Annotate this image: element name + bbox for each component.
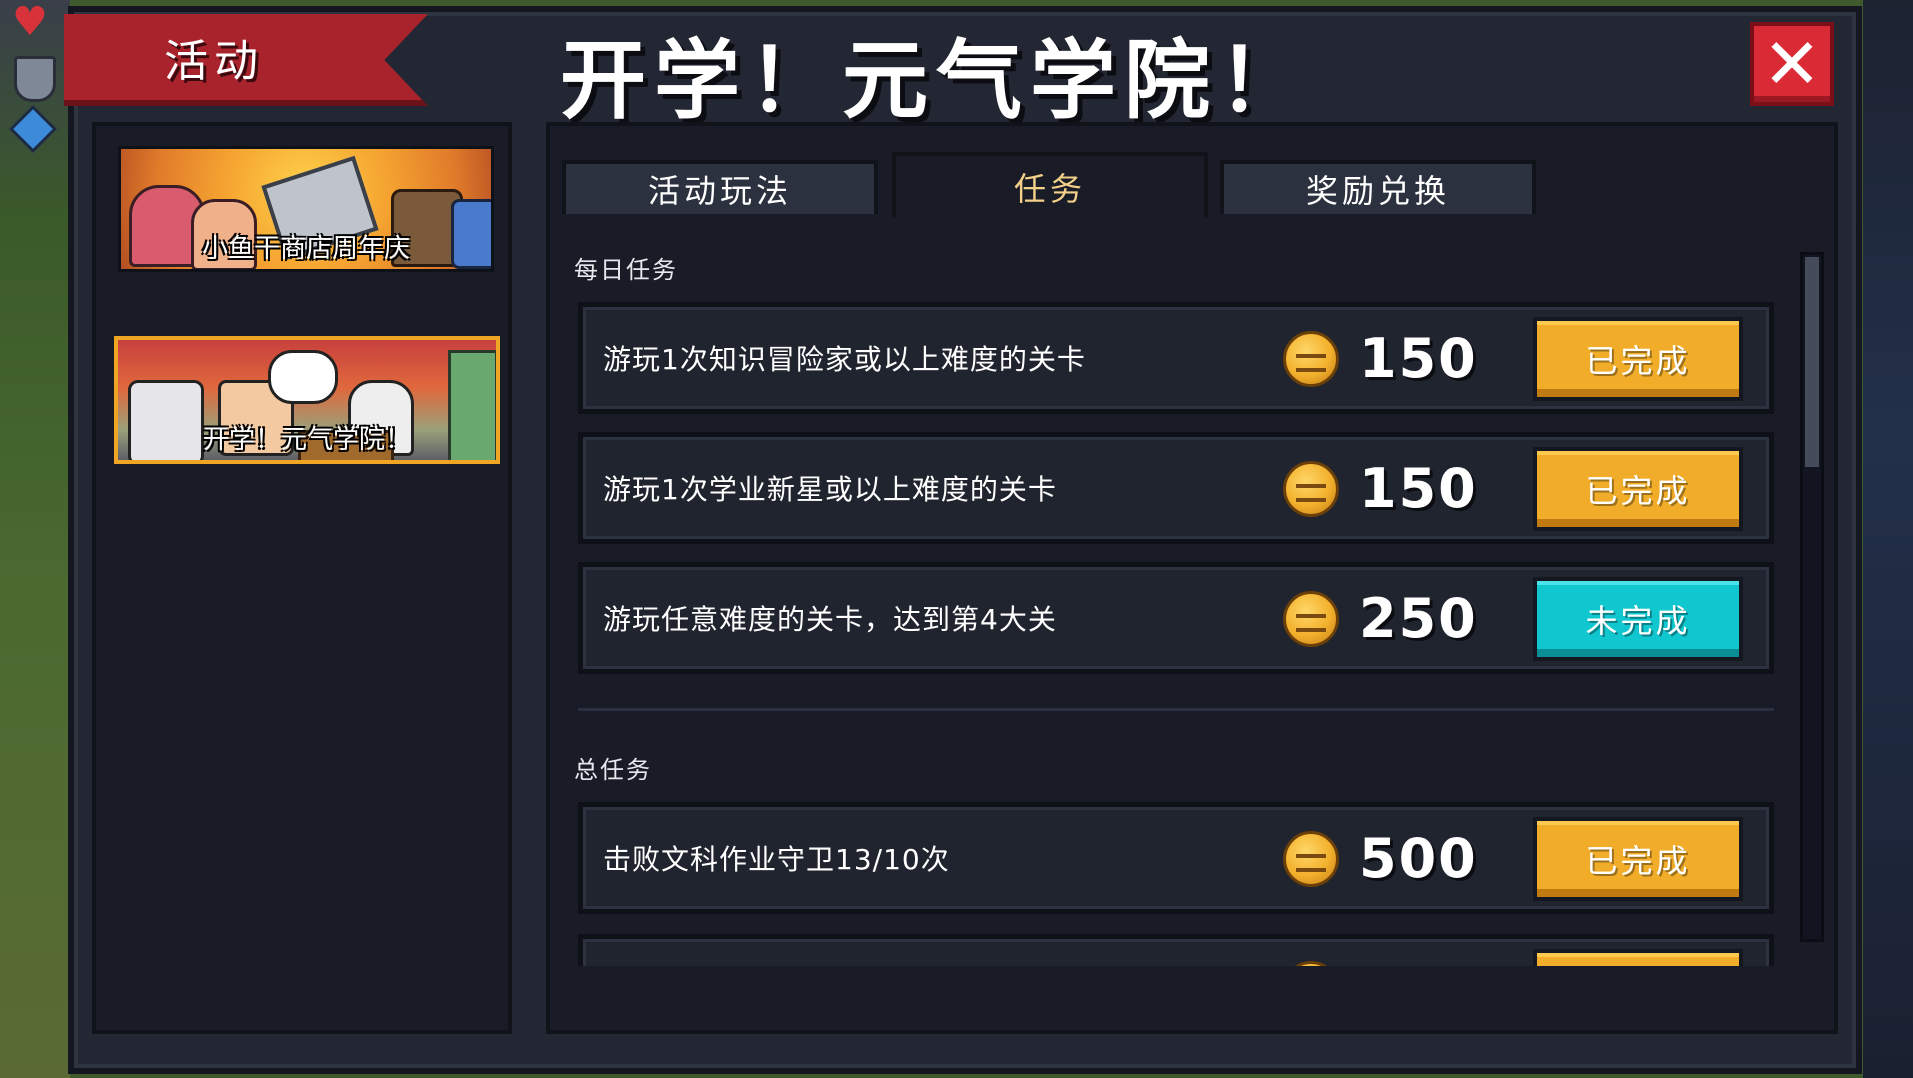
tab-tasks[interactable]: 任务 [892, 152, 1208, 218]
task-row-partial [578, 934, 1774, 966]
speech-bubble-art [268, 350, 338, 404]
scroll-thumb[interactable] [1805, 257, 1819, 467]
task-row: 击败文科作业守卫13/10次 500 已完成 [578, 802, 1774, 914]
event-banner-label: 开学！元气学院！ [202, 425, 411, 455]
page-title: 开学！元气学院！ [560, 31, 1312, 131]
task-status-button[interactable]: 已完成 [1533, 317, 1743, 401]
gold-coin-icon [1283, 961, 1339, 966]
event-banner-anniversary[interactable]: 小鱼干商店周年庆 [118, 146, 494, 272]
ribbon-label: 活动 [164, 36, 264, 87]
event-banner-label: 小鱼干商店周年庆 [201, 234, 410, 264]
task-text: 击败文科作业守卫13/10次 [603, 843, 950, 876]
gold-coin-icon [1283, 591, 1339, 647]
close-icon: ✕ [1762, 23, 1822, 105]
gold-coin-icon [1283, 461, 1339, 517]
task-list[interactable]: 每日任务 游玩1次知识冒险家或以上难度的关卡 150 已完成 游玩1次学业新星或… [556, 222, 1796, 966]
task-status-button[interactable]: 未完成 [1533, 577, 1743, 661]
section-divider [578, 708, 1774, 711]
tab-rewards[interactable]: 奖励兑换 [1220, 160, 1536, 214]
daily-section-title: 每日任务 [574, 256, 678, 284]
task-row: 游玩任意难度的关卡，达到第4大关 250 未完成 [578, 562, 1774, 674]
task-status-button[interactable] [1533, 949, 1743, 966]
event-list: 小鱼干商店周年庆 开学！元气学院！ [92, 122, 512, 1034]
task-text: 游玩1次知识冒险家或以上难度的关卡 [603, 343, 1086, 376]
task-row: 游玩1次学业新星或以上难度的关卡 150 已完成 [578, 432, 1774, 544]
reward-amount: 500 [1359, 826, 1478, 890]
task-row: 游玩1次知识冒险家或以上难度的关卡 150 已完成 [578, 302, 1774, 414]
heart-icon: ♥ [12, 0, 48, 45]
shield-icon [14, 56, 56, 102]
task-list-scrollbar[interactable] [1800, 252, 1824, 942]
gold-coin-icon [1283, 831, 1339, 887]
close-button[interactable]: ✕ [1750, 22, 1834, 106]
task-text: 游玩1次学业新星或以上难度的关卡 [603, 473, 1057, 506]
task-status-button[interactable]: 已完成 [1533, 817, 1743, 901]
task-text: 游玩任意难度的关卡，达到第4大关 [603, 603, 1057, 636]
game-world-left [0, 0, 70, 1078]
task-status-button[interactable]: 已完成 [1533, 447, 1743, 531]
reward-amount: 250 [1359, 586, 1478, 650]
game-world-right [1863, 0, 1913, 1078]
total-section-title: 总任务 [574, 756, 652, 784]
reward-amount: 150 [1359, 326, 1478, 390]
gold-coin-icon [1283, 331, 1339, 387]
reward-amount: 150 [1359, 456, 1478, 520]
tab-gameplay[interactable]: 活动玩法 [562, 160, 878, 214]
event-banner-academy[interactable]: 开学！元气学院！ [114, 336, 500, 464]
